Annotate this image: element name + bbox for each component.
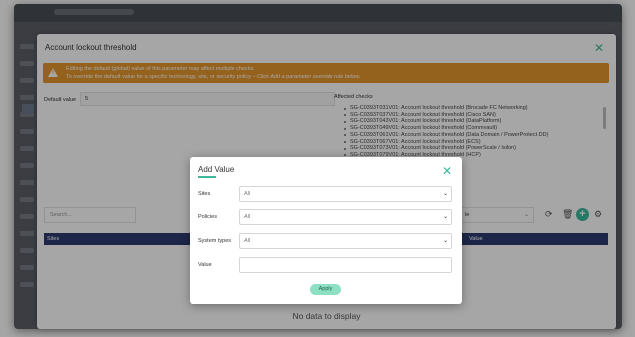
value-label: Value [198, 262, 212, 268]
title-underline [198, 176, 216, 178]
value-input[interactable] [239, 257, 452, 273]
policies-label: Policies [198, 214, 217, 220]
sites-select[interactable]: All ⌄ [239, 186, 452, 202]
system-types-select[interactable]: All ⌄ [239, 233, 452, 249]
policies-select[interactable]: All ⌄ [239, 209, 452, 225]
apply-button[interactable]: Apply [310, 284, 341, 295]
sites-label: Sites [198, 191, 211, 197]
chevron-down-icon: ⌄ [442, 238, 448, 244]
add-value-dialog: Add Value ✕ Sites All ⌄ Policies All ⌄ S… [190, 157, 462, 304]
dialog-title: Add Value [198, 165, 235, 174]
chevron-down-icon: ⌄ [442, 191, 448, 197]
close-icon[interactable]: ✕ [442, 165, 452, 177]
system-types-label: System types [198, 238, 232, 244]
chevron-down-icon: ⌄ [442, 214, 448, 220]
